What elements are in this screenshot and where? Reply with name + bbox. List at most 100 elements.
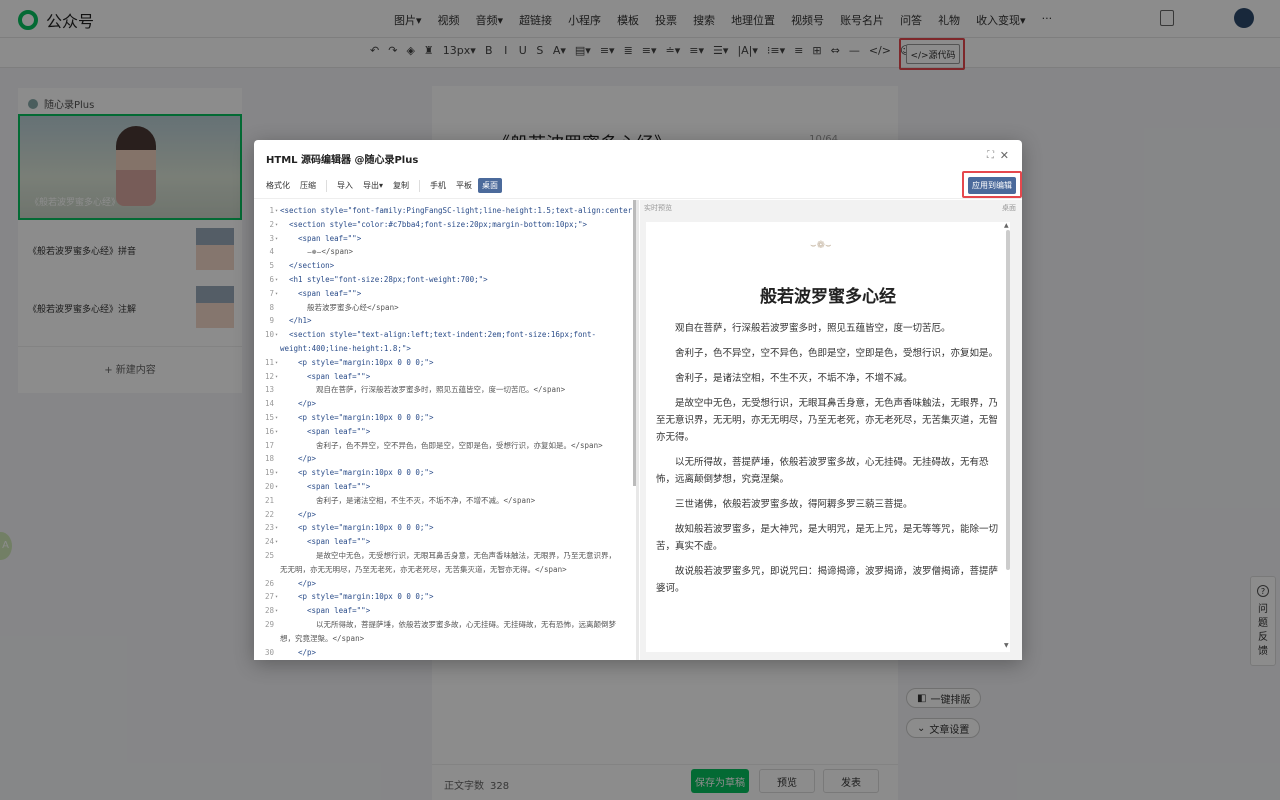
line-number: 11 <box>264 357 274 367</box>
code-line[interactable]: 4 ⌣❁⌣</span> <box>254 245 634 259</box>
line-number: 1 <box>269 206 274 215</box>
source-toolbar-button[interactable]: 导出▾ <box>359 178 387 193</box>
source-toolbar-button[interactable]: 手机 <box>426 178 450 193</box>
line-number: 18 <box>264 454 274 464</box>
code-line[interactable]: 无无明，亦无无明尽，乃至无老死，亦无老死尽，无苦集灭道，无智亦无得。</span… <box>254 563 634 577</box>
code-line[interactable]: 17 舍利子，色不异空，空不异色，色即是空，空即是色，受想行识，亦复如是。</sp… <box>254 439 634 453</box>
code-line[interactable]: 12 ▾ <span leaf=""> <box>254 370 634 384</box>
code-text: <span leaf=""> <box>298 233 362 243</box>
preview-paragraph: 舍利子，色不异空，空不异色，色即是空，空即是色，受想行识，亦复如是。 <box>675 348 999 359</box>
code-editor[interactable]: 1 ▾ <section style="font-family:PingFangSC… <box>254 200 634 660</box>
source-toolbar-button[interactable]: 压缩 <box>296 178 320 193</box>
fold-arrow-icon[interactable]: ▾ <box>275 287 278 301</box>
preview-paragraph: 故说般若波罗蜜多咒，即说咒曰：揭谛揭谛，波罗揭谛，波罗僧揭谛，菩提萨婆诃。 <box>656 566 999 594</box>
code-line[interactable]: 14 </p> <box>254 397 634 411</box>
fold-arrow-icon[interactable]: ▾ <box>275 328 278 342</box>
fold-arrow-icon[interactable]: ▾ <box>275 232 278 246</box>
divider <box>254 198 1022 199</box>
code-text: 想，究竟涅槃。</span> <box>280 633 365 643</box>
html-source-editor-modal: HTML 源码编辑器 @随心录Plus ⛶ ✕ 格式化 压缩 导入 导出▾ 复制 手机 平板… <box>254 140 1022 660</box>
code-line[interactable]: 想，究竟涅槃。</span> <box>254 632 634 646</box>
line-number: 2 <box>269 219 274 229</box>
code-line[interactable]: 26 </p> <box>254 577 634 591</box>
code-line[interactable]: 5 </section> <box>254 259 634 273</box>
code-line[interactable]: 22 </p> <box>254 508 634 522</box>
ornament-icon: ⌣❁⌣ <box>810 240 832 251</box>
scroll-down-icon[interactable]: ▼ <box>1004 642 1009 649</box>
code-line[interactable]: 20 ▾ <span leaf=""> <box>254 480 634 494</box>
preview-paragraph: 舍利子，是诸法空相，不生不灭，不垢不净，不增不减。 <box>675 373 913 384</box>
code-line[interactable]: 2 ▾ <section style="color:#c7bba4;font-siz… <box>254 218 634 232</box>
source-toolbar-button[interactable]: 导入 <box>333 178 357 193</box>
code-line[interactable]: 18 </p> <box>254 452 634 466</box>
preview-scrollbar[interactable] <box>1006 230 1010 570</box>
line-number: 17 <box>264 440 274 450</box>
code-line[interactable]: 29 以无所得故，菩提萨埵，依般若波罗蜜多故，心无挂碍。无挂碍故，无有恐怖，远离颠… <box>254 618 634 632</box>
fold-arrow-icon[interactable]: ▾ <box>275 590 278 604</box>
code-line[interactable]: 21 舍利子，是诸法空相，不生不灭，不垢不净，不增不减。</span> <box>254 494 634 508</box>
code-line[interactable]: 1 ▾ <section style="font-family:PingFangSC… <box>254 204 634 218</box>
close-icon[interactable]: ✕ <box>1000 149 1009 162</box>
fold-arrow-icon[interactable]: ▾ <box>275 521 278 535</box>
code-line[interactable]: 11 ▾ <p style="margin:10px 0 0 0;"> <box>254 356 634 370</box>
code-line[interactable]: 28 ▾ <span leaf=""> <box>254 604 634 618</box>
fold-arrow-icon[interactable]: ▾ <box>275 480 278 494</box>
code-text: <span leaf=""> <box>307 371 371 381</box>
fold-arrow-icon[interactable]: ▾ <box>275 535 278 549</box>
line-number: 19 <box>264 468 274 478</box>
fold-arrow-icon[interactable]: ▾ <box>275 218 278 232</box>
code-line[interactable]: 9 </h1> <box>254 314 634 328</box>
toolbar-separator <box>419 179 421 192</box>
code-text: weight:400;line-height:1.8;"> <box>280 344 411 353</box>
fold-arrow-icon[interactable]: ▾ <box>275 370 278 384</box>
code-line[interactable]: 13 观自在菩萨，行深般若波罗蜜多时，照见五蕴皆空，度一切苦厄。</span> <box>254 383 634 397</box>
code-line[interactable]: 8 般若波罗蜜多心经</span> <box>254 301 634 315</box>
scroll-up-icon[interactable]: ▲ <box>1004 222 1009 229</box>
code-text: <p style="margin:10px 0 0 0;"> <box>298 523 434 533</box>
code-line[interactable]: 10 ▾ <section style="text-align:left;text-… <box>254 328 634 342</box>
code-line[interactable]: weight:400;line-height:1.8;"> <box>254 342 634 356</box>
maximize-icon[interactable]: ⛶ <box>987 150 994 161</box>
source-toolbar-button[interactable]: 平板 <box>452 178 476 193</box>
pane-splitter[interactable] <box>636 200 639 660</box>
code-line[interactable]: 6 ▾ <h1 style="font-size:28px;font-weight:… <box>254 273 634 287</box>
line-number: 7 <box>269 288 274 298</box>
code-line[interactable]: 24 ▾ <span leaf=""> <box>254 535 634 549</box>
code-line[interactable]: 15 ▾ <p style="margin:10px 0 0 0;"> <box>254 411 634 425</box>
code-text: 观自在菩萨，行深般若波罗蜜多时，照见五蕴皆空，度一切苦厄。</span> <box>316 385 566 395</box>
source-editor-toolbar: 格式化 压缩 导入 导出▾ 复制 手机 平板 桌面 <box>262 178 503 193</box>
line-number: 13 <box>264 385 274 395</box>
highlight-apply-button <box>962 171 1022 198</box>
line-number: 16 <box>264 426 274 436</box>
fold-arrow-icon[interactable]: ▾ <box>275 411 278 425</box>
preview-document: ⌣❁⌣ 般若波罗蜜多心经 观自在菩萨，行深般若波罗蜜多时，照见五蕴皆空，度一切苦… <box>646 222 1010 652</box>
source-toolbar-button[interactable]: 桌面 <box>478 178 503 193</box>
line-number: 5 <box>269 261 274 271</box>
code-line[interactable]: 3 ▾ <span leaf=""> <box>254 232 634 246</box>
code-text: </section> <box>289 261 335 271</box>
line-number: 21 <box>264 495 274 505</box>
fold-arrow-icon[interactable]: ▾ <box>275 466 278 480</box>
code-line[interactable]: 7 ▾ <span leaf=""> <box>254 287 634 301</box>
fold-arrow-icon[interactable]: ▾ <box>275 273 278 287</box>
fold-arrow-icon[interactable]: ▾ <box>275 204 278 218</box>
code-text: <p style="margin:10px 0 0 0;"> <box>298 357 434 367</box>
code-line[interactable]: 16 ▾ <span leaf=""> <box>254 425 634 439</box>
code-text: <span leaf=""> <box>307 606 371 616</box>
fold-arrow-icon[interactable]: ▾ <box>275 425 278 439</box>
code-line[interactable]: 23 ▾ <p style="margin:10px 0 0 0;"> <box>254 521 634 535</box>
fold-arrow-icon[interactable]: ▾ <box>275 356 278 370</box>
code-line[interactable]: 19 ▾ <p style="margin:10px 0 0 0;"> <box>254 466 634 480</box>
line-number: 4 <box>269 247 274 257</box>
source-toolbar-button[interactable]: 格式化 <box>262 178 294 193</box>
code-line[interactable]: 25 是故空中无色，无受想行识，无眼耳鼻舌身意，无色声香味触法，无眼界，乃至无意识… <box>254 549 634 563</box>
line-number: 22 <box>264 509 274 519</box>
source-toolbar-button[interactable]: 复制 <box>389 178 413 193</box>
line-number: 6 <box>269 275 274 284</box>
code-line[interactable]: 30 </p> <box>254 646 634 660</box>
preview-paragraph: 以无所得故，菩提萨埵，依般若波罗蜜多故，心无挂碍。无挂碍故，无有恐怖，远离颠倒梦… <box>656 457 989 485</box>
line-number: 15 <box>264 413 274 422</box>
code-text: 舍利子，是诸法空相，不生不灭，不垢不净，不增不减。</span> <box>316 495 536 505</box>
fold-arrow-icon[interactable]: ▾ <box>275 604 278 618</box>
code-line[interactable]: 27 ▾ <p style="margin:10px 0 0 0;"> <box>254 590 634 604</box>
